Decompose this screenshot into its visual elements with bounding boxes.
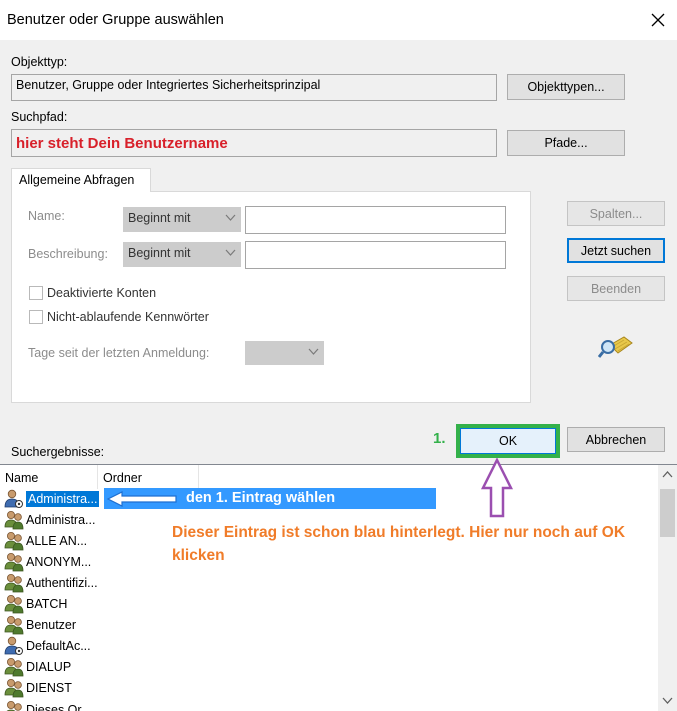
- column-header-folder[interactable]: Ordner: [98, 465, 199, 489]
- group-icon: [3, 657, 25, 677]
- group-icon: [3, 531, 25, 551]
- arrow-up-annotation-icon: [480, 458, 514, 518]
- list-item-name: Dieses Or...: [26, 702, 92, 711]
- list-item[interactable]: Administra...: [0, 488, 440, 509]
- description-mode-select[interactable]: Beginnt mit: [123, 242, 241, 267]
- list-item-name: Administra...: [26, 512, 96, 527]
- group-icon: [3, 552, 25, 572]
- close-button[interactable]: [640, 4, 676, 36]
- group-icon: [3, 678, 25, 698]
- ok-highlight-frame: [456, 424, 560, 458]
- object-type-label: Objekttyp:: [11, 55, 68, 69]
- stop-button[interactable]: Beenden: [567, 276, 665, 301]
- columns-button[interactable]: Spalten...: [567, 201, 665, 226]
- non-expiring-checkbox[interactable]: [29, 310, 43, 324]
- list-item-name: Authentifizi...: [26, 575, 98, 590]
- disabled-accounts-label: Deaktivierte Konten: [47, 286, 157, 300]
- group-icon: [3, 700, 25, 711]
- list-item-name: ALLE AN...: [26, 533, 88, 548]
- description-mode-value: Beginnt mit: [128, 246, 191, 260]
- list-item[interactable]: DefaultAc...: [0, 636, 440, 657]
- group-icon: [3, 510, 25, 530]
- list-item[interactable]: Benutzer: [0, 615, 440, 636]
- group-icon: [3, 594, 25, 614]
- tab-panel: Name: Beginnt mit Beschreibung: Beginnt …: [11, 191, 531, 403]
- chevron-down-icon: [308, 348, 319, 355]
- non-expiring-label: Nicht-ablaufende Kennwörter: [47, 310, 209, 324]
- list-item[interactable]: Authentifizi...: [0, 572, 440, 593]
- object-type-field: Benutzer, Gruppe oder Integriertes Siche…: [11, 74, 497, 101]
- object-types-button[interactable]: Objekttypen...: [507, 74, 625, 100]
- search-path-field: hier steht Dein Benutzername: [11, 129, 497, 157]
- name-mode-value: Beginnt mit: [128, 211, 191, 225]
- list-item-name: Administra...: [26, 490, 100, 507]
- chevron-down-icon: [225, 214, 236, 221]
- disabled-accounts-checkbox[interactable]: [29, 286, 43, 300]
- title-bar: Benutzer oder Gruppe auswählen: [0, 0, 677, 40]
- search-results-label: Suchergebnisse:: [11, 445, 105, 459]
- results-scrollbar[interactable]: [658, 465, 677, 711]
- list-item-name: DIENST: [26, 681, 72, 696]
- step-annotation: 1.: [433, 430, 446, 447]
- scroll-down-icon[interactable]: [662, 697, 673, 704]
- name-input[interactable]: [245, 206, 506, 234]
- window-title: Benutzer oder Gruppe auswählen: [7, 12, 224, 28]
- list-item-name: DefaultAc...: [26, 639, 91, 654]
- scroll-up-icon[interactable]: [662, 471, 673, 478]
- column-header-name[interactable]: Name: [0, 465, 98, 489]
- group-icon: [3, 573, 25, 593]
- list-item-name: BATCH: [26, 597, 68, 611]
- chevron-down-icon: [225, 249, 236, 256]
- days-since-logon-label: Tage seit der letzten Anmeldung:: [28, 346, 210, 360]
- list-item[interactable]: Dieses Or...: [0, 699, 440, 711]
- note-annotation: Dieser Eintrag ist schon blau hinterlegt…: [172, 524, 626, 564]
- list-item[interactable]: DIENST: [0, 678, 440, 699]
- close-icon: [651, 13, 665, 27]
- description-input[interactable]: [245, 241, 506, 269]
- list-item[interactable]: DIALUP: [0, 657, 440, 678]
- list-item-name: Benutzer: [26, 618, 77, 633]
- user-icon: [3, 636, 25, 656]
- list-item-name: DIALUP: [26, 660, 72, 675]
- cancel-button[interactable]: Abbrechen: [567, 427, 665, 452]
- search-users-icon: [598, 336, 633, 358]
- tab-general-queries[interactable]: Allgemeine Abfragen: [11, 168, 151, 192]
- user-icon: [3, 489, 25, 509]
- search-now-button[interactable]: Jetzt suchen: [567, 238, 665, 263]
- search-path-label: Suchpfad:: [11, 110, 68, 124]
- list-item-name: ANONYM...: [26, 554, 92, 569]
- group-icon: [3, 615, 25, 635]
- name-mode-select[interactable]: Beginnt mit: [123, 207, 241, 232]
- days-since-logon-select[interactable]: [245, 341, 324, 365]
- paths-button[interactable]: Pfade...: [507, 130, 625, 156]
- list-item[interactable]: BATCH: [0, 594, 440, 615]
- name-label: Name:: [28, 209, 65, 223]
- scrollbar-thumb[interactable]: [660, 489, 675, 537]
- description-label: Beschreibung:: [28, 247, 108, 261]
